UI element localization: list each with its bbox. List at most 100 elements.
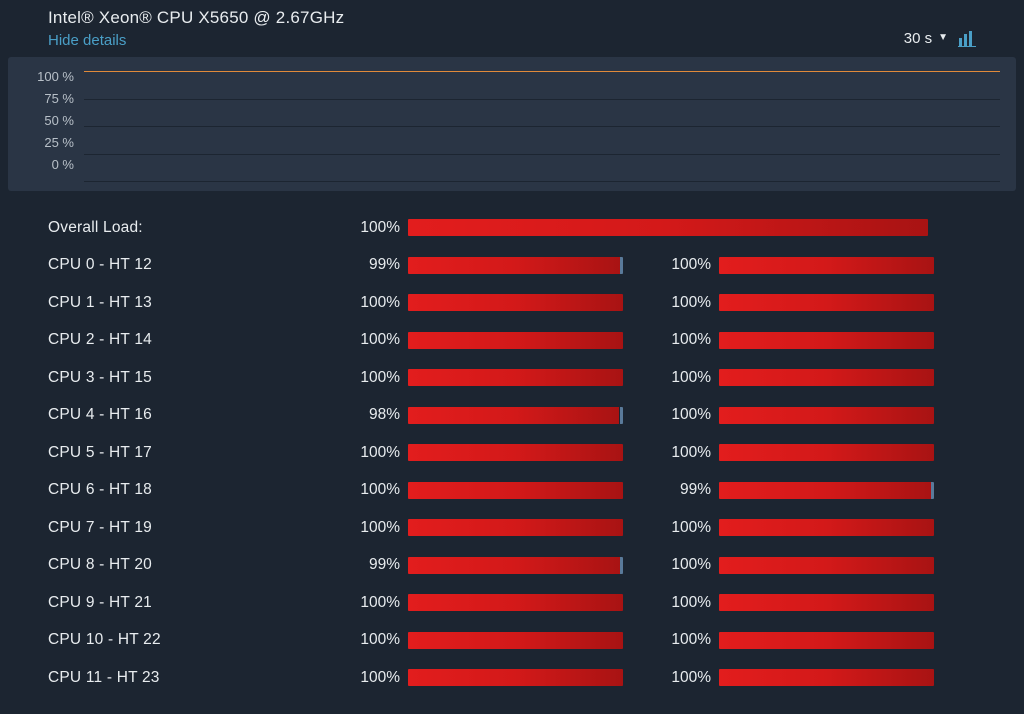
row-label: Overall Load: <box>48 219 348 237</box>
cpu-title: Intel® Xeon® CPU X5650 @ 2.67GHz <box>48 8 344 28</box>
load-percent: 100% <box>348 369 408 387</box>
load-bar <box>408 482 623 499</box>
load-percent: 100% <box>348 219 408 237</box>
load-percent: 100% <box>348 631 408 649</box>
bar-chart-icon[interactable] <box>958 31 976 47</box>
load-bar <box>719 482 934 499</box>
load-percent: 100% <box>659 256 719 274</box>
cpu-core-row: CPU 0 - HT 1299% 100% <box>48 247 976 285</box>
load-bar <box>408 369 623 386</box>
y-tick-label: 75 % <box>24 93 84 115</box>
load-bar-tick <box>620 557 623 574</box>
load-bar-tick <box>931 482 934 499</box>
load-bar-fill <box>408 669 623 686</box>
load-percent: 100% <box>348 481 408 499</box>
load-bar <box>719 557 934 574</box>
load-bar <box>408 332 623 349</box>
load-bar-fill <box>408 557 621 574</box>
y-tick-label: 100 % <box>24 71 84 93</box>
load-history-line <box>84 71 1000 72</box>
row-label: CPU 11 - HT 23 <box>48 669 348 687</box>
row-label: CPU 4 - HT 16 <box>48 406 348 424</box>
load-bar <box>719 519 934 536</box>
load-bar <box>408 632 623 649</box>
load-bar <box>408 444 623 461</box>
load-bar <box>719 257 934 274</box>
load-bar-fill <box>408 482 623 499</box>
load-bar-fill <box>719 557 934 574</box>
cpu-core-row: CPU 4 - HT 1698% 100% <box>48 397 976 435</box>
load-percent: 100% <box>659 331 719 349</box>
load-bar <box>408 294 623 311</box>
load-bar <box>408 594 623 611</box>
cpu-core-row: CPU 8 - HT 2099% 100% <box>48 547 976 585</box>
row-label: CPU 6 - HT 18 <box>48 481 348 499</box>
load-percent: 99% <box>348 256 408 274</box>
load-percent: 100% <box>659 406 719 424</box>
load-bar-fill <box>408 332 623 349</box>
gridline <box>84 126 1000 127</box>
load-bar-fill <box>719 482 932 499</box>
load-bar-fill <box>719 294 934 311</box>
time-range-value: 30 s <box>904 30 932 47</box>
gridline <box>84 99 1000 100</box>
gridline <box>84 154 1000 155</box>
load-bar-fill <box>408 294 623 311</box>
row-label: CPU 1 - HT 13 <box>48 294 348 312</box>
cpu-core-row: CPU 10 - HT 22100%100% <box>48 622 976 660</box>
load-percent: 98% <box>348 406 408 424</box>
load-bar <box>719 407 934 424</box>
graph-y-axis: 100 %75 %50 %25 %0 % <box>24 71 84 181</box>
chevron-down-icon: ▼ <box>938 32 948 43</box>
cpu-core-row: CPU 5 - HT 17100%100% <box>48 434 976 472</box>
header-right: 30 s ▼ <box>904 8 976 47</box>
load-bar <box>719 369 934 386</box>
load-bar <box>719 444 934 461</box>
time-range-selector[interactable]: 30 s ▼ <box>904 30 948 47</box>
row-label: CPU 10 - HT 22 <box>48 631 348 649</box>
load-bar <box>719 294 934 311</box>
hide-details-link[interactable]: Hide details <box>48 32 344 49</box>
row-label: CPU 9 - HT 21 <box>48 594 348 612</box>
load-percent: 100% <box>659 556 719 574</box>
load-percent: 100% <box>348 331 408 349</box>
load-percent: 100% <box>659 594 719 612</box>
load-bar <box>719 632 934 649</box>
gridline <box>84 181 1000 182</box>
load-percent: 100% <box>659 444 719 462</box>
overall-load-row: Overall Load:100% <box>48 209 976 247</box>
load-percent: 100% <box>659 369 719 387</box>
graph-plot-area <box>84 71 1000 181</box>
load-bar-fill <box>719 669 934 686</box>
load-bar-fill <box>408 444 623 461</box>
load-percent: 99% <box>348 556 408 574</box>
load-bar-fill <box>719 407 934 424</box>
load-bar-fill <box>408 632 623 649</box>
load-bar-fill <box>408 407 619 424</box>
load-percent: 100% <box>659 631 719 649</box>
header-left: Intel® Xeon® CPU X5650 @ 2.67GHz Hide de… <box>48 8 344 49</box>
load-bar-fill <box>719 444 934 461</box>
cpu-core-row: CPU 6 - HT 18100%99% <box>48 472 976 510</box>
load-bar <box>408 407 623 424</box>
history-graph-panel: 100 %75 %50 %25 %0 % <box>8 57 1016 191</box>
cpu-load-list: Overall Load:100%CPU 0 - HT 1299%100%CPU… <box>0 191 1024 697</box>
row-label: CPU 2 - HT 14 <box>48 331 348 349</box>
load-percent: 100% <box>348 594 408 612</box>
load-percent: 100% <box>348 294 408 312</box>
load-bar-tick <box>620 257 623 274</box>
row-label: CPU 0 - HT 12 <box>48 256 348 274</box>
load-percent: 100% <box>659 519 719 537</box>
cpu-core-row: CPU 2 - HT 14100%100% <box>48 322 976 360</box>
cpu-core-row: CPU 7 - HT 19100%100% <box>48 509 976 547</box>
row-label: CPU 3 - HT 15 <box>48 369 348 387</box>
load-bar-fill <box>719 257 934 274</box>
load-bar-fill <box>408 257 621 274</box>
row-label: CPU 7 - HT 19 <box>48 519 348 537</box>
row-label: CPU 8 - HT 20 <box>48 556 348 574</box>
cpu-core-row: CPU 11 - HT 23100%100% <box>48 659 976 697</box>
load-bar-fill <box>408 594 623 611</box>
load-percent: 100% <box>659 669 719 687</box>
y-tick-label: 25 % <box>24 137 84 159</box>
load-bar-fill <box>408 219 928 236</box>
